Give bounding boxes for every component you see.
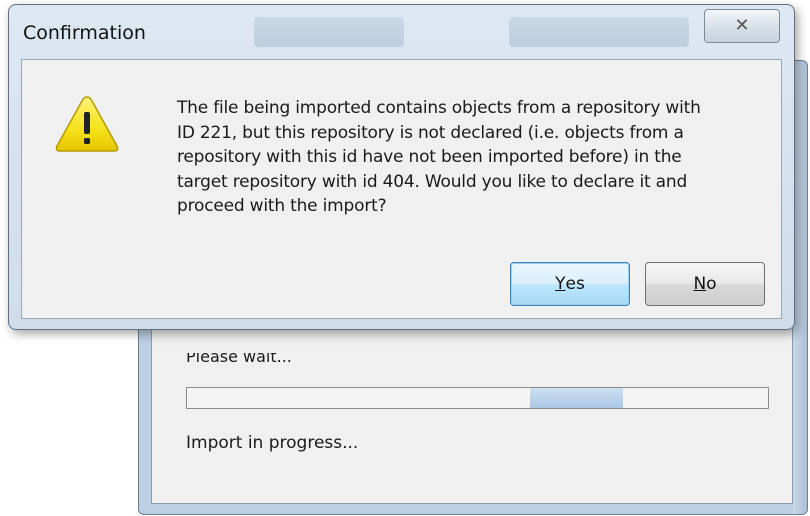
progress-fill bbox=[529, 388, 623, 408]
dialog-title: Confirmation bbox=[23, 22, 146, 44]
import-status-text: Import in progress... bbox=[186, 433, 359, 453]
close-icon: ✕ bbox=[734, 15, 750, 36]
warning-icon bbox=[55, 96, 119, 152]
no-button[interactable]: No bbox=[645, 262, 765, 306]
yes-label: es bbox=[565, 274, 585, 294]
dialog-message: The file being imported contains objects… bbox=[177, 98, 701, 216]
import-progress-bar bbox=[186, 387, 769, 409]
no-mnemonic: N bbox=[693, 274, 707, 294]
titlebar-glass-reflection bbox=[509, 17, 689, 47]
yes-mnemonic: Y bbox=[555, 274, 566, 294]
yes-button[interactable]: Yes bbox=[510, 262, 630, 306]
please-wait-label: Please wait... bbox=[186, 347, 292, 366]
no-label: o bbox=[706, 274, 717, 294]
dialog-titlebar[interactable]: Confirmation ✕ bbox=[9, 5, 794, 59]
dialog-content: The file being imported contains objects… bbox=[21, 59, 782, 319]
confirmation-dialog: Confirmation ✕ The file being imported c… bbox=[8, 4, 795, 330]
window-frame bbox=[793, 61, 807, 514]
titlebar-glass-reflection bbox=[254, 17, 404, 47]
close-button[interactable]: ✕ bbox=[704, 9, 780, 43]
